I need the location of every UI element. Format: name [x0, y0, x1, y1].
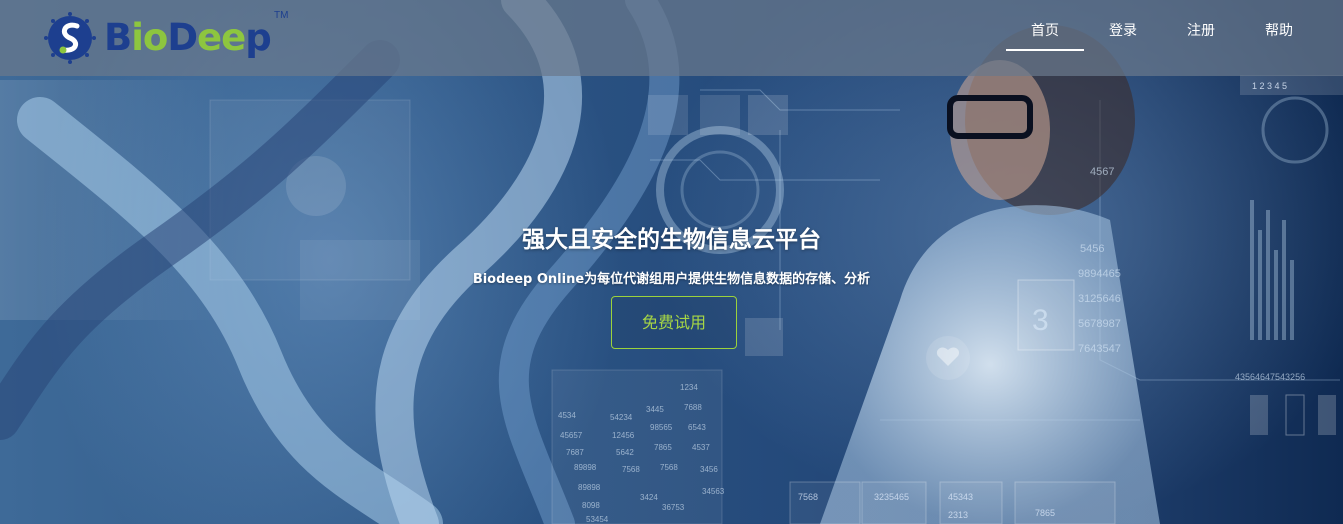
- trademark-mark: TM: [274, 10, 289, 21]
- bg-number: 89898: [578, 483, 601, 492]
- logo-text-d: D: [167, 16, 198, 59]
- nav-home[interactable]: 首页: [1030, 20, 1060, 40]
- logo-text-p: p: [245, 16, 271, 59]
- hud-ring: [680, 150, 760, 230]
- hero-background-art: 3 1 2 3 4 5 4567 5456 9894465 3125646 56…: [0, 0, 1343, 524]
- bg-number: 3235465: [874, 492, 909, 502]
- bg-number: 4567: [1090, 166, 1114, 178]
- logo-wordmark: BioDeep: [104, 16, 272, 59]
- biodeep-logo[interactable]: BioDeep TM: [42, 10, 288, 66]
- nav-help[interactable]: 帮助: [1264, 20, 1294, 40]
- bg-number: 12456: [612, 431, 635, 440]
- bg-number: 36753: [662, 503, 685, 512]
- bg-number: 8098: [582, 501, 600, 510]
- bg-number: 7865: [654, 443, 672, 452]
- bg-number: 45657: [560, 431, 583, 440]
- bg-number: 98565: [650, 423, 673, 432]
- logo-text-io: io: [131, 16, 168, 59]
- hero-title: 强大且安全的生物信息云平台: [522, 227, 821, 253]
- nav-active-indicator: [1006, 49, 1084, 51]
- bg-number: 3424: [640, 493, 658, 502]
- bg-number: 5678987: [1078, 318, 1121, 330]
- bg-number: 1234: [680, 383, 698, 392]
- logo-text-ee: ee: [197, 16, 246, 59]
- bg-number: 4537: [692, 443, 710, 452]
- nav-login[interactable]: 登录: [1108, 20, 1138, 40]
- bg-number: 4534: [558, 411, 576, 420]
- bg-number: 53454: [586, 515, 609, 524]
- bg-bottom-panels: 7568 3235465 45343 2313 7865: [789, 481, 1116, 524]
- bg-number-grid: 4534 45657 7687 89898 89898 8098 53454 5…: [551, 369, 725, 524]
- hero-banner: 3 1 2 3 4 5 4567 5456 9894465 3125646 56…: [0, 0, 1343, 524]
- bg-tile: [745, 318, 783, 356]
- bg-number: 7643547: [1078, 343, 1121, 355]
- bg-number: 3456: [700, 465, 718, 474]
- logo-mark-icon: [44, 12, 96, 64]
- free-trial-button[interactable]: 免费试用: [611, 296, 737, 349]
- bg-number: 34563: [702, 487, 725, 496]
- bg-number-small: 43564647543256: [1235, 372, 1305, 382]
- bg-number: 7687: [566, 448, 584, 457]
- bg-number: 7568: [798, 492, 818, 502]
- bg-tile: [648, 95, 688, 135]
- top-right-digits: 1 2 3 4 5: [1252, 81, 1287, 91]
- bg-number: 89898: [574, 463, 597, 472]
- bg-number: 7688: [684, 403, 702, 412]
- bg-number: 54234: [610, 413, 633, 422]
- panel-digit: 3: [1032, 304, 1049, 337]
- bg-number: 5642: [616, 448, 634, 457]
- hud-ring: [1261, 96, 1329, 164]
- logo-text-b: B: [104, 16, 132, 59]
- bg-tile: [748, 95, 788, 135]
- hero-subtitle: Biodeep Online为每位代谢组用户提供生物信息数据的存储、分析: [472, 272, 871, 287]
- bg-number: 6543: [688, 423, 706, 432]
- bg-number: 2313: [948, 510, 968, 520]
- bg-number: 7568: [622, 465, 640, 474]
- bg-number: 45343: [948, 492, 973, 502]
- header-bar: BioDeep TM 首页 登录 注册 帮助: [0, 0, 1343, 76]
- bg-number: 7865: [1035, 508, 1055, 518]
- bg-number: 3125646: [1078, 293, 1121, 305]
- bg-number: 3445: [646, 405, 664, 414]
- person-face-shape: [950, 60, 1050, 200]
- bg-tile: [700, 95, 740, 135]
- bg-number: 7568: [660, 463, 678, 472]
- nav-register[interactable]: 注册: [1186, 20, 1216, 40]
